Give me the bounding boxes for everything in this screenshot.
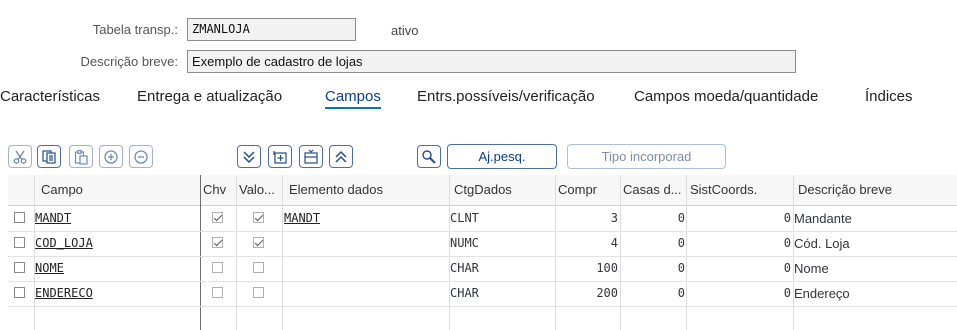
initial-values-checkbox[interactable] (253, 262, 264, 273)
row-select-checkbox[interactable] (14, 237, 25, 248)
casas-cell: 0 (677, 211, 685, 225)
tipo-cell: CHAR (450, 261, 479, 275)
casas-cell: 0 (677, 236, 685, 250)
fields-table: Campo Chv Valo... Elemento dados CtgDado… (8, 175, 957, 330)
tipo-cell: NUMC (450, 236, 479, 250)
col-header-ctgdados[interactable]: CtgDados (454, 175, 554, 205)
table-row[interactable]: COD_LOJA NUMC 4 0 0 Cód. Loja (8, 231, 957, 256)
tab-campos[interactable]: Campos (325, 88, 381, 109)
coords-cell: 0 (783, 211, 791, 225)
key-checkbox[interactable] (212, 287, 223, 298)
coords-cell: 0 (783, 236, 791, 250)
col-header-campo[interactable]: Campo (41, 175, 201, 205)
include-structure-icon[interactable] (299, 145, 323, 168)
paste-icon[interactable] (69, 145, 93, 168)
tab-entradas-possiveis[interactable]: Entrs.possíveis/verificação (417, 88, 595, 105)
col-header-casas-decimais[interactable]: Casas d... (623, 175, 687, 205)
cut-icon[interactable] (8, 145, 32, 168)
col-header-valores-iniciais[interactable]: Valo... (239, 175, 283, 205)
coords-cell: 0 (783, 261, 791, 275)
copy-icon[interactable] (37, 145, 61, 168)
compr-cell: 3 (610, 211, 618, 225)
col-header-sistcoords[interactable]: SistCoords. (690, 175, 790, 205)
row-divider (8, 306, 957, 307)
table-row[interactable]: MANDT MANDT CLNT 3 0 0 Mandante (8, 206, 957, 231)
casas-cell: 0 (677, 261, 685, 275)
insert-row-icon[interactable] (99, 145, 123, 168)
campo-cell[interactable]: ENDERECO (35, 281, 93, 306)
descricao-cell: Nome (794, 261, 829, 276)
descricao-cell: Mandante (794, 211, 852, 226)
row-select-checkbox[interactable] (14, 262, 25, 273)
compr-cell: 4 (610, 236, 618, 250)
tabela-field[interactable]: ZMANLOJA (187, 18, 356, 41)
row-select-checkbox[interactable] (14, 287, 25, 298)
compr-cell: 100 (596, 261, 618, 275)
coords-cell: 0 (783, 286, 791, 300)
col-header-compr[interactable]: Compr (558, 175, 618, 205)
descricao-cell: Endereço (794, 286, 850, 301)
descricao-cell: Cód. Loja (794, 236, 850, 251)
descricao-label: Descrição breve: (80, 54, 178, 69)
tab-campos-moeda[interactable]: Campos moeda/quantidade (634, 88, 818, 105)
tab-entrega[interactable]: Entrega e atualização (137, 88, 282, 105)
descricao-field[interactable]: Exemplo de cadastro de lojas (187, 50, 796, 73)
initial-values-checkbox[interactable] (253, 237, 264, 248)
table-row[interactable]: ENDERECO CHAR 200 0 0 Endereço (8, 281, 957, 306)
key-checkbox[interactable] (212, 212, 223, 223)
key-checkbox[interactable] (212, 237, 223, 248)
campo-cell[interactable]: COD_LOJA (35, 231, 93, 256)
status-text: ativo (391, 23, 419, 38)
initial-values-checkbox[interactable] (253, 287, 264, 298)
row-select-checkbox[interactable] (14, 212, 25, 223)
campo-cell[interactable]: NOME (35, 256, 64, 281)
key-checkbox[interactable] (212, 262, 223, 273)
tipo-cell: CHAR (450, 286, 479, 300)
delete-row-icon[interactable] (129, 145, 153, 168)
tabela-label: Tabela transp.: (92, 22, 178, 37)
compr-cell: 200 (596, 286, 618, 300)
tipo-cell: CLNT (450, 211, 479, 225)
tab-caracteristicas[interactable]: Características (0, 88, 100, 105)
col-header-elemento-dados[interactable]: Elemento dados (289, 175, 449, 205)
elemento-cell[interactable]: MANDT (284, 206, 320, 231)
tab-indices[interactable]: Índices (865, 88, 913, 105)
col-header-chave[interactable]: Chv (203, 175, 235, 205)
search-help-icon[interactable] (417, 145, 441, 168)
expand-all-icon[interactable] (237, 145, 261, 168)
casas-cell: 0 (677, 286, 685, 300)
col-header-descricao[interactable]: Descrição breve (798, 175, 957, 205)
initial-values-checkbox[interactable] (253, 212, 264, 223)
insert-field-icon[interactable] (268, 145, 292, 168)
table-row[interactable]: NOME CHAR 100 0 0 Nome (8, 256, 957, 281)
campo-cell[interactable]: MANDT (35, 206, 71, 231)
collapse-all-icon[interactable] (329, 145, 353, 168)
built-in-type-button[interactable]: Tipo incorporad (567, 144, 726, 169)
search-help-button[interactable]: Aj.pesq. (447, 144, 557, 169)
